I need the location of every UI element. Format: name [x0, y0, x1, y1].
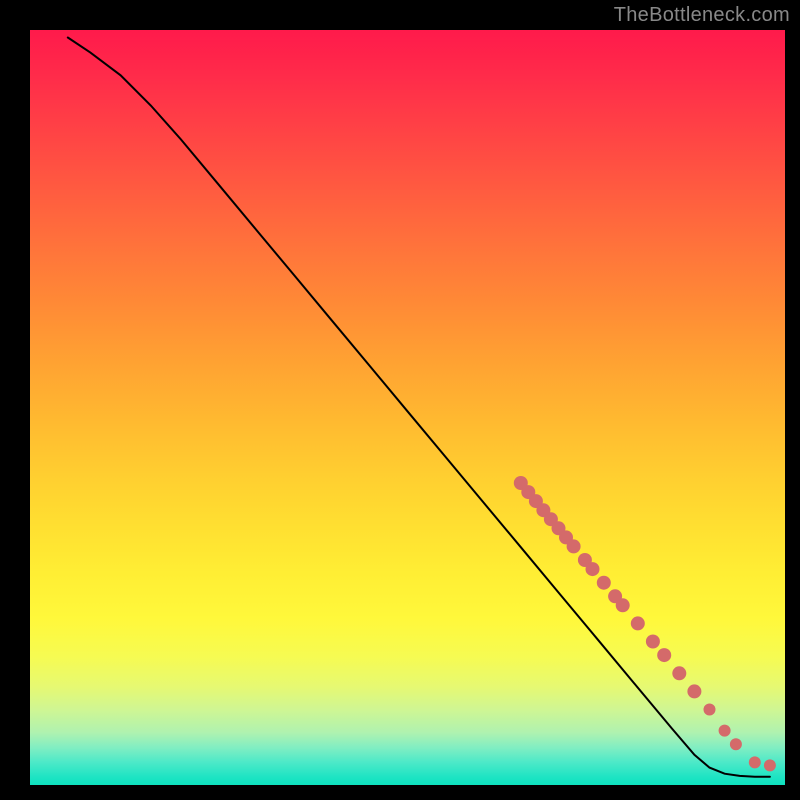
marker-group [514, 476, 776, 771]
data-marker [586, 562, 600, 576]
plot-area [30, 30, 785, 785]
data-marker [631, 616, 645, 630]
data-marker [764, 759, 776, 771]
data-marker [719, 725, 731, 737]
chart-frame: TheBottleneck.com [0, 0, 800, 800]
data-marker [597, 576, 611, 590]
watermark-text: TheBottleneck.com [614, 4, 790, 27]
data-marker [616, 598, 630, 612]
data-marker [672, 666, 686, 680]
chart-svg [30, 30, 785, 785]
data-marker [749, 756, 761, 768]
data-marker [657, 648, 671, 662]
data-marker [567, 539, 581, 553]
data-marker [687, 684, 701, 698]
data-marker [730, 738, 742, 750]
curve-line [68, 38, 770, 777]
data-marker [646, 635, 660, 649]
data-marker [704, 704, 716, 716]
